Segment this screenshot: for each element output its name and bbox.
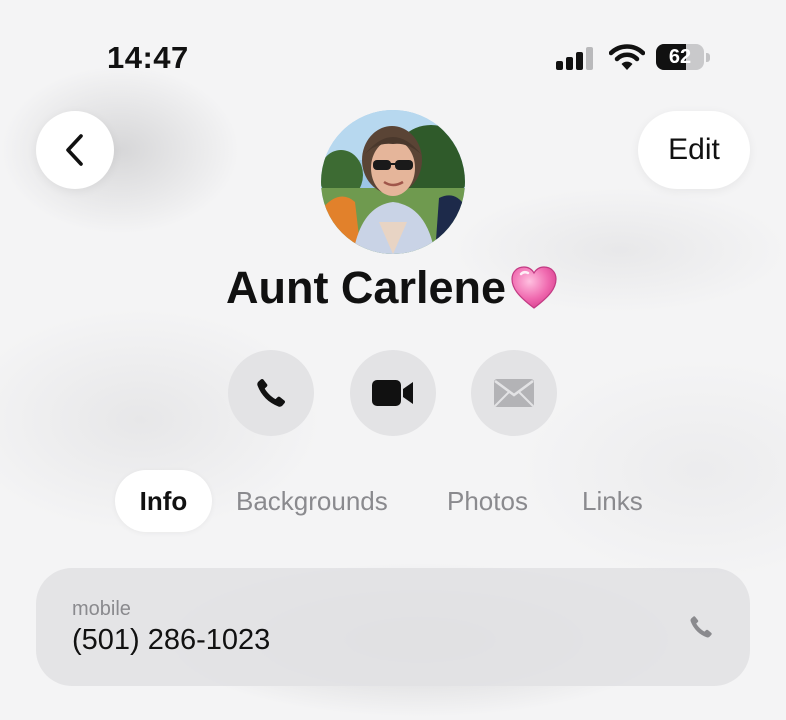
wifi-icon	[609, 44, 645, 70]
video-camera-icon	[372, 380, 413, 406]
edit-button[interactable]: Edit	[638, 111, 750, 189]
battery-percent: 62	[668, 46, 692, 68]
cellular-signal-icon	[556, 46, 598, 70]
chevron-left-icon	[66, 134, 83, 166]
contact-name: Aunt Carlene	[225, 262, 507, 313]
tab-photos[interactable]: Photos	[447, 470, 528, 532]
phone-icon[interactable]	[688, 614, 714, 640]
tab-backgrounds[interactable]: Backgrounds	[236, 470, 388, 532]
tab-links[interactable]: Links	[582, 470, 643, 532]
status-bar: 14:47 62	[0, 0, 786, 110]
phone-number[interactable]: (501) 286-1023	[72, 624, 270, 657]
mail-button[interactable]	[471, 350, 557, 436]
action-buttons	[0, 350, 786, 436]
back-button[interactable]	[36, 111, 114, 189]
video-call-button[interactable]	[350, 350, 436, 436]
status-time: 14:47	[107, 40, 189, 75]
pink-heart-emoji-icon	[511, 266, 557, 309]
envelope-icon	[494, 379, 534, 407]
phone-info-card[interactable]: mobile (501) 286-1023	[36, 568, 750, 686]
contact-avatar[interactable]	[321, 110, 465, 254]
call-button[interactable]	[228, 350, 314, 436]
battery-icon: 62	[656, 44, 710, 72]
tab-info[interactable]: Info	[115, 470, 212, 532]
phone-label: mobile	[72, 598, 131, 620]
segmented-tabs: Info Backgrounds Photos Links	[0, 470, 786, 534]
contact-name-row: Aunt Carlene	[0, 262, 786, 314]
phone-icon	[257, 378, 286, 407]
